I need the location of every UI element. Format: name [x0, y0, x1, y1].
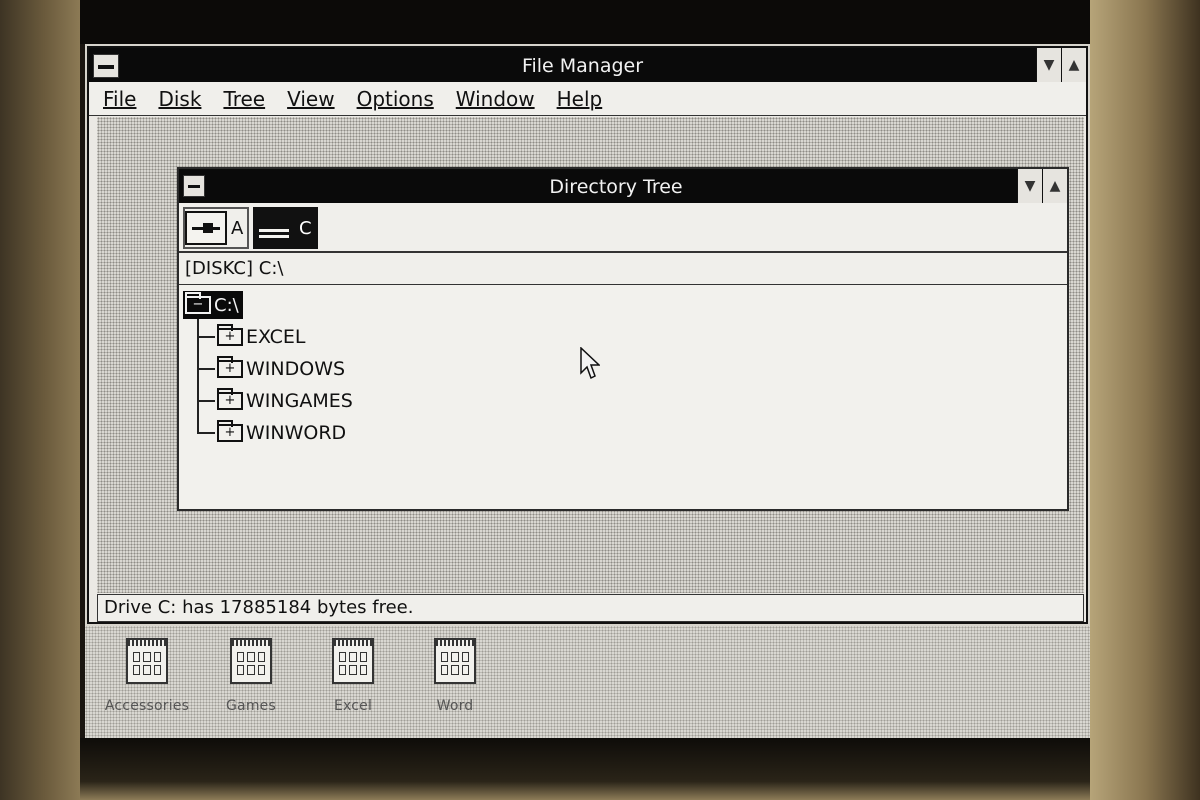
- tree-root-label: C:\: [214, 294, 239, 316]
- menu-bar: File Disk Tree View Options Window Help: [89, 82, 1086, 116]
- window-size-buttons: ▼ ▲: [1036, 48, 1086, 82]
- folder-plus-icon: +: [217, 388, 243, 410]
- directory-tree-title: Directory Tree: [549, 176, 683, 198]
- tree-item-winword[interactable]: + WINWORD: [197, 419, 346, 447]
- group-icon-games[interactable]: Games: [201, 638, 301, 714]
- tree-item-label: WINGAMES: [246, 390, 353, 412]
- program-manager-desktop: Accessories Games Excel Word: [85, 626, 1090, 738]
- group-label: Accessories: [104, 698, 190, 714]
- tree-item-wingames[interactable]: + WINGAMES: [197, 387, 353, 415]
- monitor-bezel-left: [0, 0, 80, 800]
- folder-plus-icon: +: [217, 324, 243, 346]
- folder-minus-icon: −: [185, 292, 211, 314]
- tree-item-excel[interactable]: + EXCEL: [197, 323, 306, 351]
- program-group-icon: [126, 638, 168, 684]
- menu-window[interactable]: Window: [456, 87, 535, 111]
- monitor-bezel-right: [1090, 0, 1200, 800]
- menu-disk[interactable]: Disk: [158, 87, 201, 111]
- drive-c-label: C: [299, 217, 312, 239]
- menu-tree[interactable]: Tree: [223, 87, 265, 111]
- directory-tree-window: Directory Tree ▼ ▲ A C [DISKC] C:\ − C:\…: [177, 167, 1069, 511]
- status-bar: Drive C: has 17885184 bytes free.: [97, 594, 1084, 622]
- drive-a-label: A: [231, 217, 244, 239]
- file-manager-window: File Manager ▼ ▲ File Disk Tree View Opt…: [87, 46, 1088, 624]
- directory-tree-titlebar[interactable]: Directory Tree ▼ ▲: [179, 169, 1067, 203]
- child-system-menu-button[interactable]: [183, 175, 205, 197]
- file-manager-titlebar[interactable]: File Manager ▼ ▲: [89, 48, 1086, 82]
- current-path: [DISKC] C:\: [179, 253, 1067, 285]
- tree-pane: − C:\ + EXCEL + WINDOWS + WINGAMES + WIN…: [179, 285, 1067, 509]
- tree-item-label: EXCEL: [246, 326, 306, 348]
- tree-item-windows[interactable]: + WINDOWS: [197, 355, 345, 383]
- tree-item-label: WINWORD: [246, 422, 347, 444]
- folder-plus-icon: +: [217, 356, 243, 378]
- maximize-button[interactable]: ▲: [1061, 48, 1086, 82]
- screen: File Manager ▼ ▲ File Disk Tree View Opt…: [85, 44, 1090, 738]
- menu-options[interactable]: Options: [357, 87, 434, 111]
- menu-help[interactable]: Help: [557, 87, 603, 111]
- program-group-icon: [230, 638, 272, 684]
- group-label: Word: [436, 698, 474, 714]
- drive-bar: A C: [179, 203, 1067, 253]
- program-group-icon: [434, 638, 476, 684]
- monitor-bezel-bottom: [80, 738, 1090, 800]
- menu-file[interactable]: File: [103, 87, 136, 111]
- mouse-pointer-icon: [580, 347, 600, 380]
- child-maximize-button[interactable]: ▲: [1042, 169, 1067, 203]
- group-label: Games: [226, 698, 276, 714]
- drive-a-button[interactable]: A: [183, 207, 250, 249]
- menu-view[interactable]: View: [287, 87, 334, 111]
- child-window-size-buttons: ▼ ▲: [1017, 169, 1067, 203]
- group-label: Excel: [333, 698, 373, 714]
- group-icon-word[interactable]: Word: [405, 638, 505, 714]
- tree-root-item[interactable]: − C:\: [183, 291, 243, 319]
- monitor-bezel-top: [80, 0, 1090, 44]
- group-icon-accessories[interactable]: Accessories: [97, 638, 197, 714]
- child-minimize-button[interactable]: ▼: [1017, 169, 1042, 203]
- system-menu-button[interactable]: [93, 54, 119, 78]
- system-menu-icon: [98, 65, 114, 69]
- tree-item-label: WINDOWS: [246, 358, 346, 380]
- group-icon-excel[interactable]: Excel: [303, 638, 403, 714]
- hard-drive-icon: [253, 211, 295, 245]
- system-menu-icon: [188, 185, 200, 188]
- folder-plus-icon: +: [217, 420, 243, 442]
- program-group-icon: [332, 638, 374, 684]
- drive-c-button[interactable]: C: [253, 207, 318, 249]
- window-title: File Manager: [521, 55, 644, 77]
- minimize-button[interactable]: ▼: [1036, 48, 1061, 82]
- floppy-drive-icon: [185, 211, 227, 245]
